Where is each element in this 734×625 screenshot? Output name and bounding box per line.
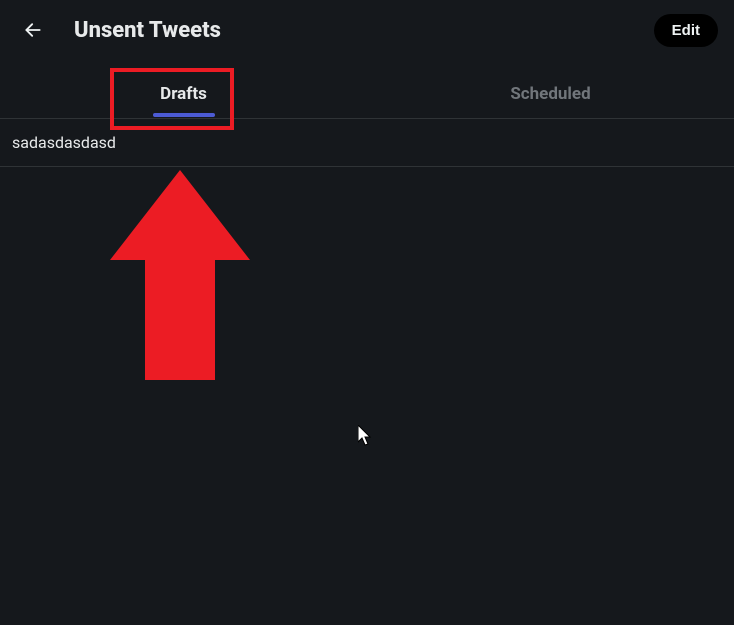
annotation-arrow-up-icon [110, 170, 250, 390]
tab-drafts[interactable]: Drafts [0, 68, 367, 118]
cursor-icon [358, 425, 376, 449]
tabs: Drafts Scheduled [0, 68, 734, 119]
draft-text: sadasdasdasd [12, 133, 116, 152]
tab-scheduled-label: Scheduled [510, 84, 590, 104]
header: Unsent Tweets Edit [0, 0, 734, 60]
tab-scheduled[interactable]: Scheduled [367, 68, 734, 118]
edit-button[interactable]: Edit [654, 14, 718, 47]
arrow-left-icon [23, 20, 43, 40]
back-button[interactable] [16, 13, 50, 47]
draft-list: sadasdasdasd [0, 119, 734, 167]
tab-drafts-label: Drafts [160, 84, 207, 104]
page-title: Unsent Tweets [74, 18, 654, 43]
draft-item[interactable]: sadasdasdasd [0, 119, 734, 167]
